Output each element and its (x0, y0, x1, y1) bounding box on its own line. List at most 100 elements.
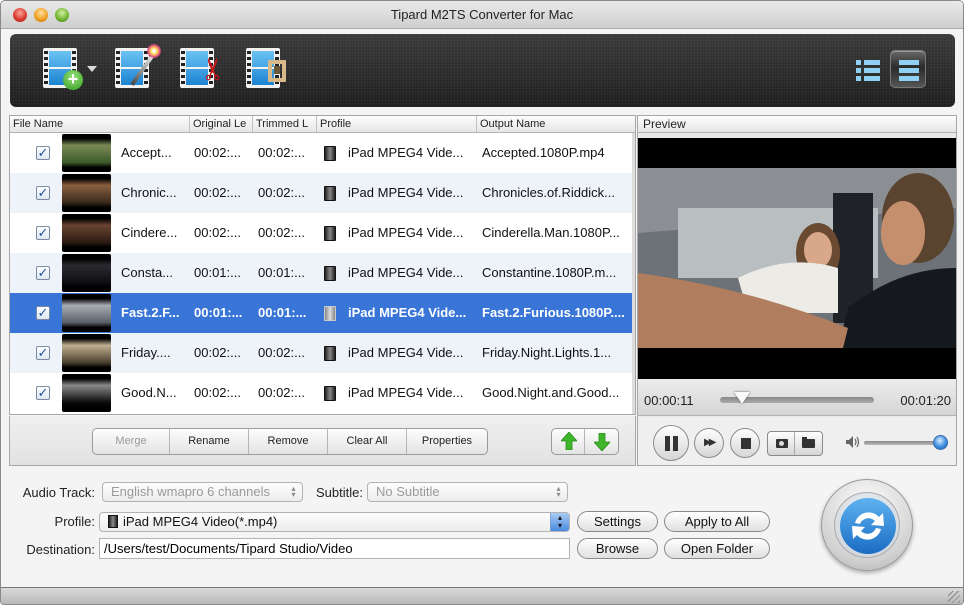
subtitle-select[interactable]: No Subtitle ▴ ▾ (367, 482, 568, 502)
apply-to-all-button[interactable]: Apply to All (664, 511, 770, 532)
convert-button[interactable] (821, 479, 913, 571)
file-actions-group: Merge Rename Remove Clear All Properties (92, 428, 488, 455)
status-bar (1, 587, 963, 604)
add-file-button[interactable]: + (43, 48, 97, 94)
profile-cell[interactable]: iPad MPEG4 Vide... (348, 305, 474, 320)
profile-select[interactable]: iPad MPEG4 Video(*.mp4) ▴ ▾ (99, 512, 570, 532)
crop-button[interactable] (246, 48, 296, 94)
main-toolbar: + ✂ (10, 34, 955, 107)
audio-track-select[interactable]: English wmapro 6 channels ▴ ▾ (102, 482, 303, 502)
row-checkbox[interactable]: ✓ (36, 386, 50, 400)
output-name-cell[interactable]: Fast.2.Furious.1080P.... (482, 305, 635, 320)
volume-slider[interactable] (864, 435, 948, 450)
profile-cell[interactable]: iPad MPEG4 Vide... (348, 185, 474, 200)
row-checkbox[interactable]: ✓ (36, 186, 50, 200)
table-scrollbar[interactable] (632, 133, 635, 414)
clear-all-button[interactable]: Clear All (328, 429, 407, 454)
video-thumbnail (62, 294, 111, 332)
rename-button[interactable]: Rename (170, 429, 249, 454)
video-thumbnail (62, 174, 111, 212)
column-header-output-name[interactable]: Output Name (477, 116, 635, 132)
settings-button[interactable]: Settings (577, 511, 658, 532)
row-checkbox[interactable]: ✓ (36, 266, 50, 280)
film-scissors-icon: ✂ (180, 48, 231, 88)
profile-cell[interactable]: iPad MPEG4 Vide... (348, 345, 474, 360)
browse-button[interactable]: Browse (577, 538, 658, 559)
output-name-cell[interactable]: Friday.Night.Lights.1... (482, 345, 635, 360)
original-length-cell: 00:02:... (194, 185, 241, 200)
column-header-profile[interactable]: Profile (317, 116, 477, 132)
volume-slider-thumb[interactable] (933, 435, 948, 450)
video-thumbnail (62, 374, 111, 412)
merge-button[interactable]: Merge (93, 429, 170, 454)
column-header-trimmed-length[interactable]: Trimmed L (253, 116, 317, 132)
file-name-cell: Cindere... (121, 225, 178, 240)
arrow-down-icon (594, 433, 611, 451)
table-row[interactable]: ✓ Accept... 00:02:... 00:02:... iPad MPEG4 V… (10, 133, 635, 173)
video-thumbnail (62, 334, 111, 372)
table-row[interactable]: ✓ Cindere... 00:02:... 00:02:... iPad MPEG4 … (10, 213, 635, 253)
original-length-cell: 00:02:... (194, 145, 241, 160)
output-name-cell[interactable]: Cinderella.Man.1080P... (482, 225, 635, 240)
select-stepper-icon: ▴ ▾ (550, 513, 569, 531)
total-time: 00:01:20 (900, 393, 951, 408)
pause-button[interactable] (653, 425, 689, 461)
table-row[interactable]: ✓ Fast.2.F... 00:01:... 00:01:... iPad MPEG4… (10, 293, 635, 333)
original-length-cell: 00:02:... (194, 225, 241, 240)
chevron-down-icon[interactable] (87, 66, 97, 72)
fast-forward-icon: ▶▶ (704, 437, 717, 448)
preview-video[interactable] (638, 138, 956, 379)
table-row[interactable]: ✓ Good.N... 00:02:... 00:02:... iPad MPEG4 V… (10, 373, 635, 413)
row-checkbox[interactable]: ✓ (36, 226, 50, 240)
row-checkbox[interactable]: ✓ (36, 306, 50, 320)
trim-button[interactable]: ✂ (180, 48, 231, 94)
original-length-cell: 00:01:... (194, 265, 241, 280)
profile-cell[interactable]: iPad MPEG4 Vide... (348, 385, 474, 400)
file-list-table: File Name Original Le Trimmed L Profile … (9, 115, 636, 415)
profile-cell[interactable]: iPad MPEG4 Vide... (348, 145, 474, 160)
detail-view-button[interactable] (890, 50, 926, 88)
table-row[interactable]: ✓ Consta... 00:01:... 00:01:... iPad MPEG4 V… (10, 253, 635, 293)
profile-cell[interactable]: iPad MPEG4 Vide... (348, 265, 474, 280)
arrow-up-icon (561, 432, 577, 450)
fast-forward-button[interactable]: ▶▶ (694, 428, 724, 458)
ipad-icon (324, 386, 336, 401)
move-down-button[interactable] (585, 429, 618, 454)
reorder-group (551, 428, 619, 455)
snapshot-button[interactable] (768, 432, 796, 455)
list-view-button[interactable] (850, 50, 886, 88)
original-length-cell: 00:02:... (194, 345, 241, 360)
column-header-original-length[interactable]: Original Le (190, 116, 253, 132)
seek-slider[interactable] (720, 392, 874, 404)
column-header-file-name[interactable]: File Name (10, 116, 190, 132)
properties-button[interactable]: Properties (407, 429, 487, 454)
video-thumbnail (62, 214, 111, 252)
ipad-icon (324, 226, 336, 241)
table-row[interactable]: ✓ Friday.... 00:02:... 00:02:... iPad MPEG4 … (10, 333, 635, 373)
resize-grip-icon[interactable] (948, 591, 960, 603)
destination-input[interactable]: /Users/test/Documents/Tipard Studio/Vide… (99, 538, 570, 559)
table-row[interactable]: ✓ Chronic... 00:02:... 00:02:... iPad MPEG4 … (10, 173, 635, 213)
open-folder-button[interactable]: Open Folder (664, 538, 770, 559)
row-checkbox[interactable]: ✓ (36, 346, 50, 360)
video-frame-image (638, 138, 956, 379)
output-name-cell[interactable]: Constantine.1080P.m... (482, 265, 635, 280)
edit-effect-button[interactable] (115, 44, 165, 94)
output-name-cell[interactable]: Chronicles.of.Riddick... (482, 185, 635, 200)
subtitle-value: No Subtitle (376, 484, 440, 499)
output-name-cell[interactable]: Good.Night.and.Good... (482, 385, 635, 400)
open-snapshot-folder-button[interactable] (795, 432, 822, 455)
folder-icon (802, 437, 816, 448)
ipad-icon (108, 515, 118, 528)
trimmed-length-cell: 00:01:... (258, 265, 305, 280)
profile-value: iPad MPEG4 Video(*.mp4) (123, 514, 278, 529)
stop-button[interactable] (730, 428, 760, 458)
seek-slider-thumb[interactable] (733, 392, 750, 404)
output-name-cell[interactable]: Accepted.1080P.mp4 (482, 145, 635, 160)
profile-cell[interactable]: iPad MPEG4 Vide... (348, 225, 474, 240)
remove-button[interactable]: Remove (249, 429, 328, 454)
move-up-button[interactable] (552, 429, 586, 454)
snapshot-group (767, 431, 823, 456)
volume-icon (846, 436, 860, 448)
row-checkbox[interactable]: ✓ (36, 146, 50, 160)
